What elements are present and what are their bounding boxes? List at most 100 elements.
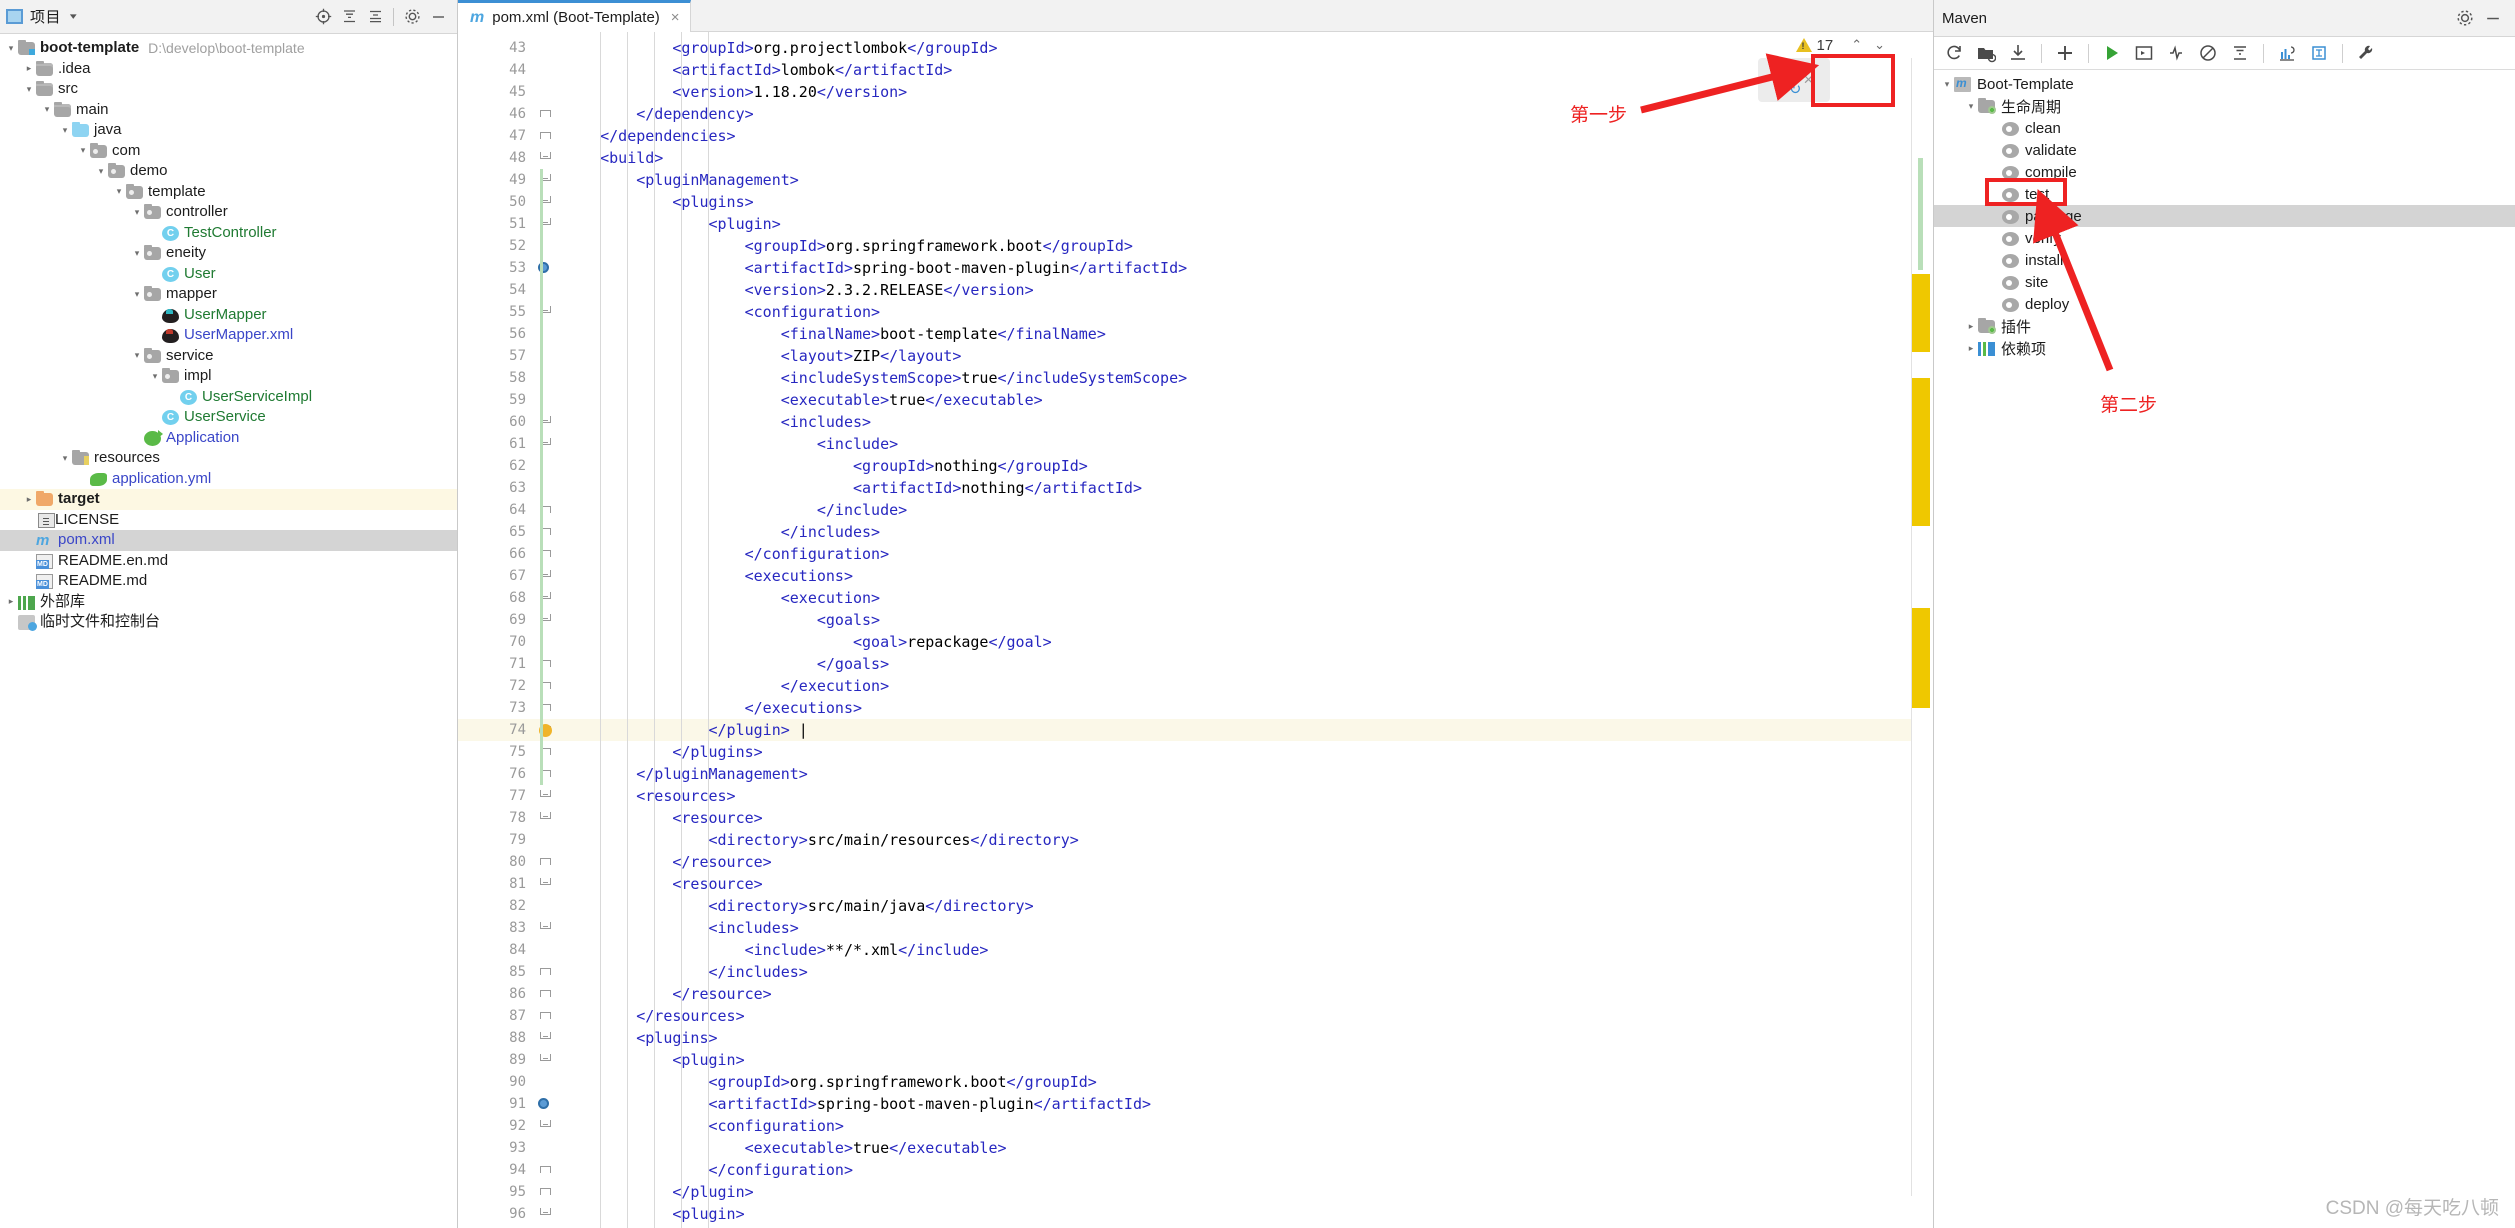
code-line[interactable]: <plugins> <box>560 191 1933 213</box>
toggle-skip-tests-icon[interactable] <box>2162 39 2190 67</box>
code-line[interactable]: <goal>repackage</goal> <box>560 631 1933 653</box>
fold-marker[interactable] <box>536 1115 560 1137</box>
line-number[interactable]: 88 <box>458 1027 536 1049</box>
line-number[interactable]: 44 <box>458 59 536 81</box>
fold-marker[interactable] <box>536 147 560 169</box>
fold-collapse-icon[interactable] <box>540 152 551 159</box>
code-line[interactable]: </plugin> <box>560 1181 1933 1203</box>
collapse-all-icon[interactable] <box>2226 39 2254 67</box>
code-line[interactable]: </goals> <box>560 653 1933 675</box>
fold-marker[interactable] <box>536 983 560 1005</box>
fold-collapse-icon[interactable] <box>540 878 551 885</box>
fold-end-icon[interactable] <box>540 1188 551 1195</box>
line-number[interactable]: 84 <box>458 939 536 961</box>
chevron-down-icon[interactable] <box>130 249 144 258</box>
chevron-right-icon[interactable] <box>22 495 36 504</box>
line-number[interactable]: 47 <box>458 125 536 147</box>
line-number[interactable]: 71 <box>458 653 536 675</box>
code-line[interactable]: </include> <box>560 499 1933 521</box>
code-line[interactable]: <directory>src/main/resources</directory… <box>560 829 1933 851</box>
fold-collapse-icon[interactable] <box>540 1032 551 1039</box>
chevron-right-icon[interactable] <box>4 597 18 606</box>
add-icon[interactable] <box>2051 39 2079 67</box>
code-line[interactable]: </includes> <box>560 521 1933 543</box>
line-number[interactable]: 72 <box>458 675 536 697</box>
line-number[interactable]: 69 <box>458 609 536 631</box>
chevron-right-icon[interactable] <box>22 64 36 73</box>
spring-bean-gutter-icon[interactable] <box>538 1098 549 1109</box>
line-number[interactable]: 60 <box>458 411 536 433</box>
close-icon[interactable]: × <box>671 9 680 26</box>
tree-item---------[interactable]: 临时文件和控制台 <box>0 612 457 633</box>
line-number[interactable]: 64 <box>458 499 536 521</box>
line-number[interactable]: 55 <box>458 301 536 323</box>
code-line[interactable]: <includeSystemScope>true</includeSystemS… <box>560 367 1933 389</box>
chevron-down-icon[interactable] <box>22 85 36 94</box>
fold-marker[interactable] <box>536 1071 560 1093</box>
tree-item-mapper[interactable]: mapper <box>0 284 457 305</box>
code-line[interactable]: <groupId>nothing</groupId> <box>560 455 1933 477</box>
fold-marker[interactable] <box>536 103 560 125</box>
gear-icon[interactable] <box>399 4 425 30</box>
line-number[interactable]: 56 <box>458 323 536 345</box>
gear-icon[interactable] <box>2451 4 2479 32</box>
code-line[interactable]: <resources> <box>560 785 1933 807</box>
line-number[interactable]: 50 <box>458 191 536 213</box>
tree-item-com[interactable]: com <box>0 141 457 162</box>
code-line[interactable]: <executable>true</executable> <box>560 389 1933 411</box>
code-line[interactable]: </configuration> <box>560 1159 1933 1181</box>
line-number[interactable]: 92 <box>458 1115 536 1137</box>
code-line[interactable]: </plugin> | <box>560 719 1933 741</box>
code-line[interactable]: <includes> <box>560 917 1933 939</box>
code-line[interactable]: <executable>true</executable> <box>560 1137 1933 1159</box>
line-number[interactable]: 76 <box>458 763 536 785</box>
line-number[interactable]: 91 <box>458 1093 536 1115</box>
tree-item-boot-template[interactable]: boot-template D:\develop\boot-template <box>0 38 457 59</box>
line-number[interactable]: 95 <box>458 1181 536 1203</box>
tree-item-java[interactable]: java <box>0 120 457 141</box>
minimize-icon[interactable] <box>2479 4 2507 32</box>
code-line[interactable]: <resource> <box>560 873 1933 895</box>
tree-item-controller[interactable]: controller <box>0 202 457 223</box>
fold-marker[interactable] <box>536 1159 560 1181</box>
tree-item-impl[interactable]: impl <box>0 366 457 387</box>
fold-marker[interactable] <box>536 125 560 147</box>
chevron-down-icon[interactable] <box>94 167 108 176</box>
fold-marker[interactable] <box>536 81 560 103</box>
maven-tree-item-boot-template[interactable]: Boot-Template <box>1934 73 2515 95</box>
show-dependencies-icon[interactable] <box>2273 39 2301 67</box>
fold-marker[interactable] <box>536 1093 560 1115</box>
line-number[interactable]: 49 <box>458 169 536 191</box>
expand-icon[interactable] <box>2305 39 2333 67</box>
line-number[interactable]: 94 <box>458 1159 536 1181</box>
fold-marker[interactable] <box>536 829 560 851</box>
tree-item-application[interactable]: Application <box>0 428 457 449</box>
code-line[interactable]: </executions> <box>560 697 1933 719</box>
line-number[interactable]: 82 <box>458 895 536 917</box>
toggle-offline-icon[interactable] <box>2194 39 2222 67</box>
code-line[interactable]: <configuration> <box>560 301 1933 323</box>
tree-item-resources[interactable]: resources <box>0 448 457 469</box>
fold-collapse-icon[interactable] <box>540 790 551 797</box>
code-line[interactable]: </resource> <box>560 851 1933 873</box>
maven-tree-item----[interactable]: 依赖项 <box>1934 337 2515 359</box>
line-number[interactable]: 87 <box>458 1005 536 1027</box>
fold-end-icon[interactable] <box>540 1166 551 1173</box>
chevron-down-icon[interactable] <box>1940 80 1954 89</box>
maven-tree-item-site[interactable]: site <box>1934 271 2515 293</box>
line-number[interactable]: 53 <box>458 257 536 279</box>
code-line[interactable]: </configuration> <box>560 543 1933 565</box>
line-number[interactable]: 45 <box>458 81 536 103</box>
maven-tree-item-verify[interactable]: verify <box>1934 227 2515 249</box>
code-line[interactable]: <configuration> <box>560 1115 1933 1137</box>
line-number-gutter[interactable]: 43 44 45 46 47 48 49 50 51 52 53 54 55 56 57 58 59 60 61 62… <box>458 32 536 1228</box>
code-line[interactable]: <execution> <box>560 587 1933 609</box>
reload-all-icon[interactable] <box>1940 39 1968 67</box>
line-number[interactable]: 73 <box>458 697 536 719</box>
tree-item-user[interactable]: C User <box>0 264 457 285</box>
error-stripe-scrollbar[interactable] <box>1911 58 1933 1196</box>
code-line[interactable]: <includes> <box>560 411 1933 433</box>
line-number[interactable]: 96 <box>458 1203 536 1225</box>
run-icon[interactable] <box>2098 39 2126 67</box>
maven-tree-item---[interactable]: 插件 <box>1934 315 2515 337</box>
